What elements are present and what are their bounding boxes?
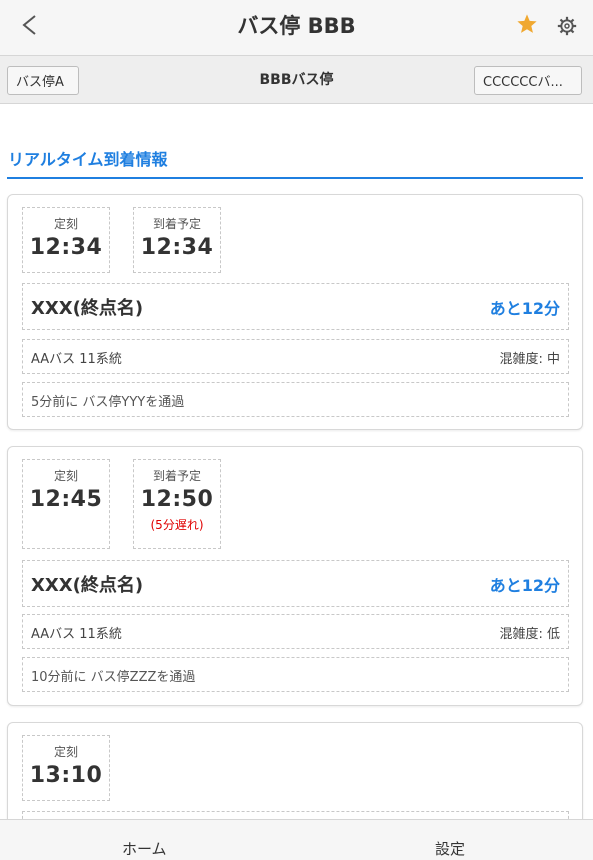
gear-icon bbox=[557, 16, 577, 36]
next-stop-button[interactable]: CCCCCCバ... bbox=[474, 66, 582, 95]
destination-row: XXX(終点名) あと12分 bbox=[22, 283, 569, 330]
expected-label: 到着予定 bbox=[152, 217, 201, 231]
location-row: 5分前に バス停YYYを通過 bbox=[22, 382, 569, 417]
arrival-card: 定刻 12:34 到着予定 12:34 XXX(終点名) あと12分 AAバス … bbox=[7, 194, 583, 430]
star-icon bbox=[517, 14, 537, 33]
route-row: AAバス 11系統 混雑度: 低 bbox=[22, 614, 569, 649]
scheduled-label: 定刻 bbox=[53, 745, 78, 759]
last-passed-stop: 5分前に バス停YYYを通過 bbox=[31, 395, 185, 410]
scheduled-time: 12:34 bbox=[29, 235, 103, 260]
expected-time: 12:50 bbox=[140, 487, 214, 512]
scheduled-time: 12:45 bbox=[29, 487, 103, 512]
destination-row: XXX(終点名) あと12分 bbox=[22, 560, 569, 607]
bottom-tab-bar: ホーム 設定 bbox=[0, 819, 593, 860]
scheduled-label: 定刻 bbox=[53, 217, 78, 231]
scheduled-time-box: 定刻 12:45 bbox=[22, 459, 110, 549]
destination: XXX(終点名) bbox=[31, 298, 144, 319]
tab-settings[interactable]: 設定 bbox=[435, 838, 465, 859]
congestion-level: 混雑度: 中 bbox=[499, 352, 560, 367]
destination: XXX(終点名) bbox=[31, 575, 144, 596]
last-passed-stop: 10分前に バス停ZZZを通過 bbox=[31, 670, 196, 685]
settings-button[interactable] bbox=[552, 10, 582, 42]
page-title: バス停 BBB bbox=[237, 14, 356, 38]
congestion-level: 混雑度: 低 bbox=[499, 627, 560, 642]
remaining-time: あと12分 bbox=[489, 576, 560, 595]
route-name: AAバス 11系統 bbox=[31, 352, 122, 367]
delay-notice: (5分遅れ) bbox=[150, 518, 204, 532]
expected-time-box: 到着予定 12:34 bbox=[133, 207, 221, 273]
location-row: 10分前に バス停ZZZを通過 bbox=[22, 657, 569, 692]
app-header: バス停 BBB bbox=[0, 0, 593, 56]
route-name: AAバス 11系統 bbox=[31, 627, 122, 642]
scheduled-time: 13:10 bbox=[29, 763, 103, 788]
section-title: リアルタイム到着情報 bbox=[8, 150, 168, 169]
scheduled-time-box: 定刻 13:10 bbox=[22, 735, 110, 801]
expected-time: 12:34 bbox=[140, 235, 214, 260]
remaining-time: あと12分 bbox=[489, 299, 560, 318]
expected-time-box: 到着予定 12:50 (5分遅れ) bbox=[133, 459, 221, 549]
route-row: AAバス 11系統 混雑度: 中 bbox=[22, 339, 569, 374]
expected-label: 到着予定 bbox=[152, 469, 201, 483]
tab-home[interactable]: ホーム bbox=[122, 838, 167, 859]
scheduled-label: 定刻 bbox=[53, 469, 78, 483]
arrival-card: 定刻 12:45 到着予定 12:50 (5分遅れ) XXX(終点名) あと12… bbox=[7, 446, 583, 706]
scheduled-time-box: 定刻 12:34 bbox=[22, 207, 110, 273]
section-divider bbox=[7, 177, 583, 179]
stop-navigation: バス停A BBBバス停 CCCCCCバ... bbox=[0, 56, 593, 104]
favorite-button[interactable] bbox=[512, 8, 542, 40]
